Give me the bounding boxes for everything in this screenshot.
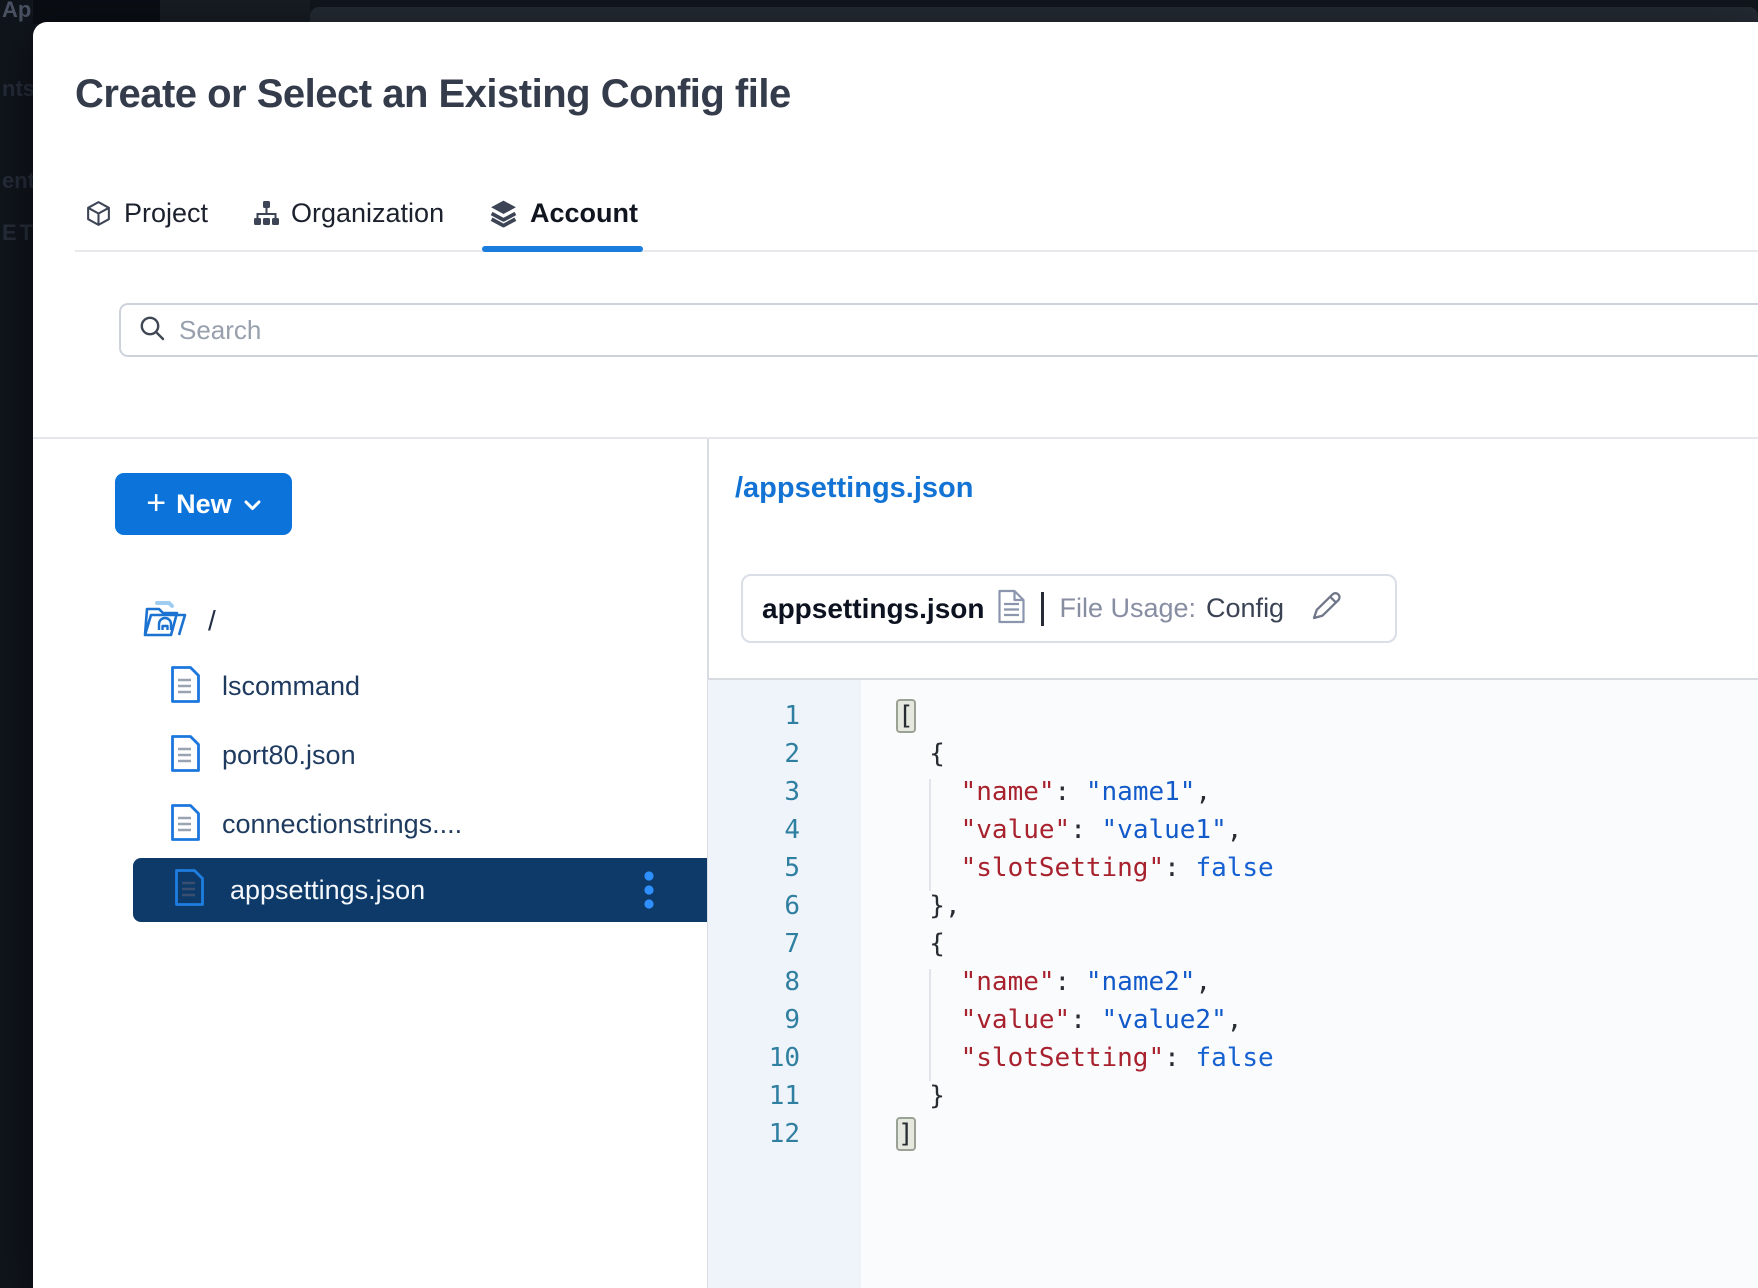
- search-bar: [119, 303, 1758, 357]
- file-usage-label: File Usage:: [1059, 593, 1196, 624]
- code-line: 5 "slotSetting": false: [708, 849, 1758, 887]
- line-number: 12: [708, 1115, 800, 1153]
- file-name: lscommand: [222, 671, 360, 702]
- file-row-selected[interactable]: appsettings.json: [133, 858, 707, 922]
- code-text[interactable]: "slotSetting": false: [898, 1039, 1274, 1077]
- tab-organization[interactable]: Organization: [253, 190, 444, 236]
- selected-file-path: /appsettings.json: [735, 472, 973, 505]
- line-number: 8: [708, 963, 800, 1001]
- plus-icon: +: [146, 486, 166, 520]
- code-line: 2 {: [708, 735, 1758, 773]
- chevron-down-icon: [244, 500, 261, 511]
- tabs-divider: [75, 250, 1758, 252]
- code-text[interactable]: "slotSetting": false: [898, 849, 1274, 887]
- file-row[interactable]: connectionstrings....: [170, 790, 640, 859]
- code-text[interactable]: "name": "name1",: [898, 773, 1211, 811]
- home-folder-icon: [143, 599, 189, 644]
- panel-divider-horizontal: [33, 437, 1758, 439]
- line-number: 9: [708, 1001, 800, 1039]
- line-number: 5: [708, 849, 800, 887]
- file-row[interactable]: lscommand: [170, 652, 640, 721]
- code-text[interactable]: [: [898, 697, 914, 735]
- file-row[interactable]: port80.json: [170, 721, 640, 790]
- code-line: 12 ]: [708, 1115, 1758, 1153]
- active-tab-underline: [482, 246, 643, 252]
- code-text[interactable]: "value": "value2",: [898, 1001, 1242, 1039]
- line-number: 2: [708, 735, 800, 773]
- background-topbar-mid: [160, 0, 310, 24]
- code-text[interactable]: "name": "name2",: [898, 963, 1211, 1001]
- background-text-fragment: ETI: [2, 220, 33, 246]
- document-icon: [170, 734, 201, 778]
- search-input[interactable]: [179, 305, 1758, 355]
- tab-account[interactable]: Account: [488, 190, 638, 236]
- code-line: 4 "value": "value1",: [708, 811, 1758, 849]
- tab-project[interactable]: Project: [84, 190, 208, 236]
- tab-organization-label: Organization: [291, 198, 444, 229]
- code-lines: 1 [ 2 { 3 "name": "name1", 4 "value": "v…: [708, 697, 1758, 1153]
- line-number: 1: [708, 697, 800, 735]
- background-text-fragment: nts: [2, 76, 33, 102]
- line-number: 10: [708, 1039, 800, 1077]
- page-title: Create or Select an Existing Config file: [75, 72, 791, 117]
- tab-project-label: Project: [124, 198, 208, 229]
- code-line: 9 "value": "value2",: [708, 1001, 1758, 1039]
- search-icon: [138, 314, 166, 347]
- layers-icon: [488, 198, 519, 229]
- background-text-fragment: Api: [2, 0, 33, 23]
- code-text[interactable]: {: [898, 925, 945, 963]
- tree-root-label: /: [208, 605, 216, 637]
- code-line: 1 [: [708, 697, 1758, 735]
- background-sidebar: Api nts ents ETI: [0, 0, 33, 1288]
- code-editor[interactable]: 1 [ 2 { 3 "name": "name1", 4 "value": "v…: [708, 678, 1758, 1288]
- new-button[interactable]: + New: [115, 473, 292, 535]
- new-button-label: New: [176, 489, 232, 520]
- code-line: 7 {: [708, 925, 1758, 963]
- code-line: 11 }: [708, 1077, 1758, 1115]
- code-line: 10 "slotSetting": false: [708, 1039, 1758, 1077]
- code-line: 3 "name": "name1",: [708, 773, 1758, 811]
- code-text[interactable]: },: [898, 887, 961, 925]
- file-usage-filename: appsettings.json: [762, 593, 984, 625]
- tab-account-label: Account: [530, 198, 638, 229]
- document-icon: [170, 665, 201, 709]
- line-number: 11: [708, 1077, 800, 1115]
- code-text[interactable]: "value": "value1",: [898, 811, 1242, 849]
- line-number: 4: [708, 811, 800, 849]
- file-name: port80.json: [222, 740, 356, 771]
- separator: [1041, 592, 1044, 626]
- line-number: 6: [708, 887, 800, 925]
- document-icon: [997, 589, 1026, 629]
- document-icon: [170, 803, 201, 847]
- screen: Api nts ents ETI Create or Select an Exi…: [0, 0, 1758, 1288]
- line-number: 3: [708, 773, 800, 811]
- file-name: connectionstrings....: [222, 809, 462, 840]
- file-list: lscommand port80.json connectionstrings.…: [170, 652, 640, 859]
- tree-root-folder[interactable]: /: [143, 600, 216, 642]
- code-line: 8 "name": "name2",: [708, 963, 1758, 1001]
- file-name: appsettings.json: [230, 875, 425, 906]
- code-text[interactable]: ]: [898, 1115, 914, 1153]
- document-icon: [174, 868, 205, 912]
- org-chart-icon: [253, 200, 280, 227]
- code-text[interactable]: }: [898, 1077, 945, 1115]
- background-text-fragment: ents: [2, 168, 33, 194]
- kebab-menu-icon[interactable]: [642, 870, 656, 910]
- file-usage-value[interactable]: Config: [1206, 593, 1284, 624]
- line-number: 7: [708, 925, 800, 963]
- file-usage-box: appsettings.json File Usage: Config: [741, 574, 1397, 643]
- edit-pencil-icon[interactable]: [1310, 591, 1344, 627]
- code-line: 6 },: [708, 887, 1758, 925]
- code-text[interactable]: {: [898, 735, 945, 773]
- config-file-modal: Create or Select an Existing Config file…: [33, 22, 1758, 1288]
- cube-icon: [84, 199, 113, 228]
